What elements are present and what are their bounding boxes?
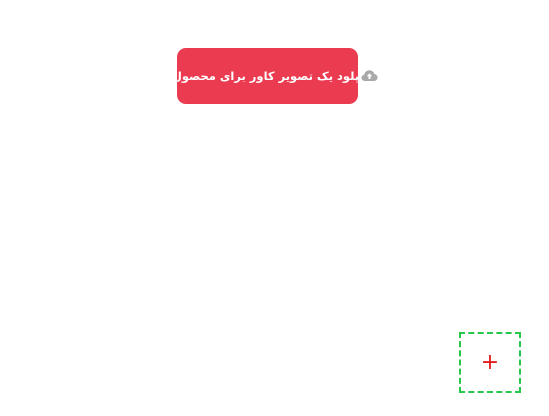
plus-icon: + <box>480 349 500 375</box>
upload-cover-image-button[interactable]: آپلود یک تصویر کاور برای محصول <box>172 48 363 104</box>
upload-button-label: آپلود یک تصویر کاور برای محصول <box>171 69 364 83</box>
add-image-tile[interactable]: + <box>459 332 521 393</box>
cloud-upload-icon <box>361 67 378 81</box>
page: آپلود یک تصویر کاور برای محصول + <box>0 0 549 416</box>
